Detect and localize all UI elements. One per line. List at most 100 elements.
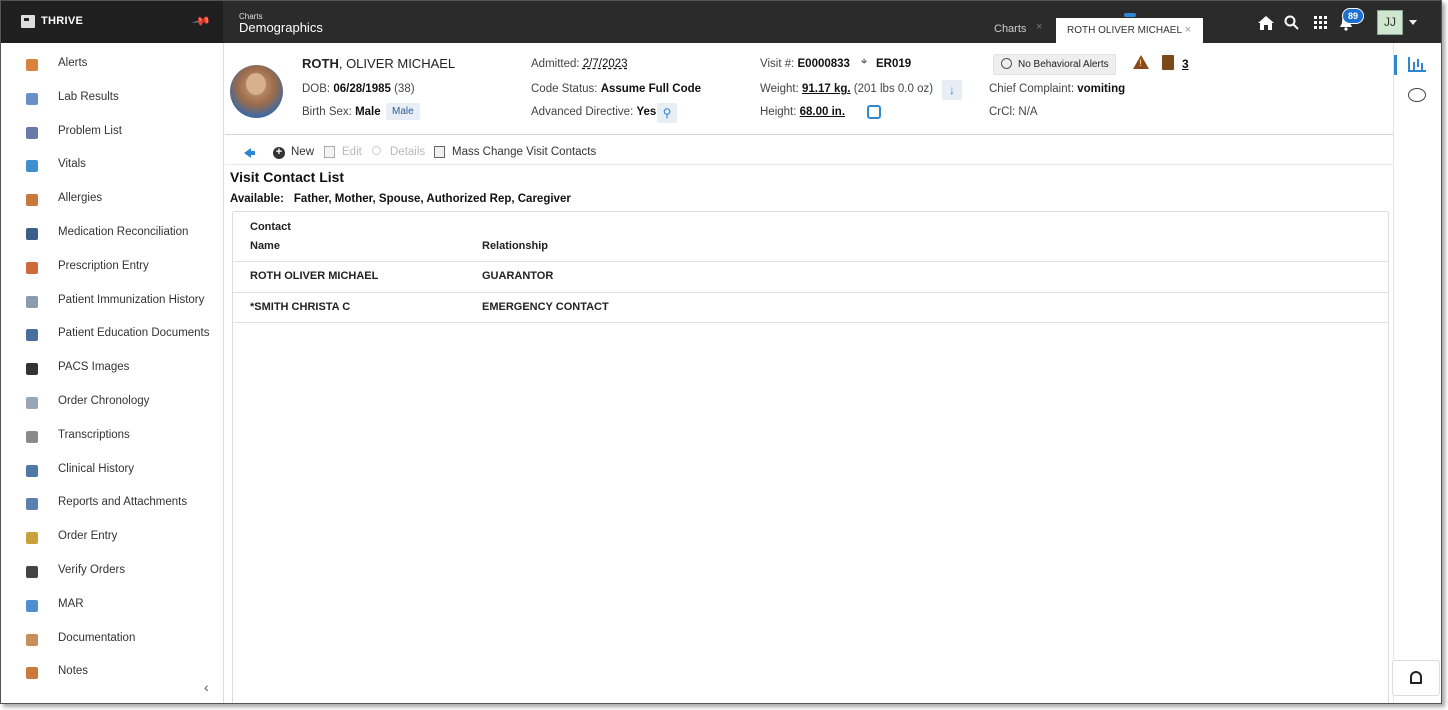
sidebar-item-label: Clinical History [58, 462, 135, 475]
sidebar-item-icon [26, 532, 38, 545]
user-menu-chevron-down-icon[interactable] [1409, 20, 1417, 25]
mass-change-button[interactable]: Mass Change Visit Contacts [452, 146, 596, 158]
gender-chip: Male [386, 103, 420, 120]
sidebar: Notes Documentation MAR Verify Orders Order … [1, 43, 224, 703]
sidebar-item-label: PACS Images [58, 361, 130, 374]
sidebar-item[interactable]: Lab Results [1, 87, 223, 117]
sidebar-item-icon [26, 160, 38, 173]
sidebar-item-label: Reports and Attachments [58, 496, 188, 509]
birth-sex-field: Birth Sex: Male [302, 106, 381, 118]
paperclip-icon[interactable]: ⚲ [657, 103, 677, 123]
dob-field: DOB: 06/28/1985 (38) [302, 83, 415, 95]
new-button[interactable]: New [291, 146, 314, 158]
behavioral-alert-icon [1001, 58, 1012, 69]
home-icon[interactable] [1258, 16, 1274, 30]
behavioral-alerts-badge[interactable]: No Behavioral Alerts [993, 54, 1116, 75]
sidebar-item-label: Medication Reconciliation [58, 226, 189, 238]
sidebar-item-icon [26, 464, 38, 477]
sidebar-item[interactable]: Prescription Entry [1, 256, 223, 286]
patient-header: ROTH, OLIVER MICHAEL DOB: 06/28/1985 (38… [225, 43, 1393, 135]
weight-link[interactable]: 91.17 kg. [802, 83, 851, 95]
sidebar-item[interactable]: Patient Immunization History [1, 290, 223, 320]
sidebar-item[interactable]: Patient Education Documents [1, 323, 223, 353]
details-magnifier-icon [372, 146, 381, 155]
location-field: ER019 [876, 58, 912, 70]
sidebar-item-icon [26, 295, 38, 308]
sidebar-item-label: Prescription Entry [58, 259, 149, 272]
apps-grid-icon[interactable] [1314, 16, 1327, 29]
patient-photo [230, 65, 283, 118]
sidebar-item[interactable]: Verify Orders [1, 560, 223, 590]
column-header-relationship[interactable]: Relationship [482, 240, 548, 252]
tab-patient[interactable]: ROTH OLIVER MICHAEL × [1056, 13, 1203, 43]
weight-trend-down-arrow-icon[interactable]: ↓ [942, 80, 962, 100]
pin-icon[interactable]: 📌 [191, 11, 211, 31]
column-header-name[interactable]: Name [250, 240, 280, 252]
sidebar-item[interactable]: Order Chronology [1, 391, 223, 421]
admitted-date-link[interactable]: 2/7/2023 [583, 58, 628, 70]
details-button[interactable]: Details [390, 146, 425, 158]
sidebar-item-label: Documentation [58, 631, 136, 644]
right-rail [1392, 43, 1441, 703]
tab-charts[interactable]: Charts [994, 23, 1026, 35]
action-toolbar: + New Edit Details Mass Change Visit Con… [225, 140, 1393, 165]
sidebar-item-label: MAR [58, 597, 84, 610]
warning-triangle-icon[interactable] [1133, 55, 1149, 69]
sidebar-item-icon [26, 329, 38, 342]
app-window: THRIVE 📌 Charts Demographics Charts × RO… [0, 0, 1442, 704]
column-header-contact[interactable]: Contact [250, 221, 291, 233]
collapse-sidebar-icon[interactable]: ‹ [204, 679, 209, 695]
sidebar-item[interactable]: Allergies [1, 188, 223, 218]
sidebar-item-icon [26, 363, 38, 376]
user-avatar[interactable]: JJ [1377, 10, 1403, 35]
code-status-field: Code Status: Assume Full Code [531, 83, 702, 95]
sidebar-item[interactable]: Documentation [1, 628, 223, 658]
back-arrow-icon[interactable] [244, 148, 255, 158]
sidebar-item[interactable]: Vitals [1, 154, 223, 184]
table-row[interactable]: *SMITH CHRISTA C EMERGENCY CONTACT [233, 292, 1388, 323]
sidebar-item-label: Order Chronology [58, 395, 150, 407]
tab-patient-label: ROTH OLIVER MICHAEL [1067, 25, 1183, 36]
plus-circle-icon[interactable]: + [273, 147, 285, 159]
sidebar-item-icon [26, 667, 38, 680]
vitals-entry-icon[interactable] [867, 105, 881, 119]
brand-area: THRIVE 📌 [1, 1, 223, 43]
sidebar-item-icon [26, 498, 38, 511]
sidebar-item[interactable]: Medication Reconciliation [1, 222, 223, 252]
rail-selected-indicator [1394, 55, 1397, 75]
height-link[interactable]: 68.00 in. [800, 106, 845, 118]
top-bar: THRIVE 📌 Charts Demographics Charts × RO… [1, 1, 1441, 43]
sidebar-item[interactable]: MAR [1, 594, 223, 624]
sidebar-item[interactable]: Alerts [1, 53, 223, 83]
sidebar-item[interactable]: Clinical History [1, 459, 223, 489]
chart-icon[interactable] [1408, 57, 1426, 72]
table-row[interactable]: ROTH OLIVER MICHAEL GUARANTOR [233, 261, 1388, 292]
search-icon[interactable] [1284, 15, 1299, 30]
brand-name: THRIVE [41, 15, 84, 27]
sidebar-item[interactable]: Order Entry [1, 526, 223, 556]
alert-count-link[interactable]: 3 [1182, 57, 1189, 71]
sidebar-item[interactable]: PACS Images [1, 357, 223, 387]
tab-charts-close-icon[interactable]: × [1036, 21, 1042, 33]
chief-complaint-field: Chief Complaint: vomiting [989, 83, 1126, 95]
sidebar-item[interactable]: Reports and Attachments [1, 492, 223, 522]
advanced-directive-field: Advanced Directive: Yes [531, 106, 657, 118]
height-field: Height: 68.00 in. [760, 106, 846, 118]
chat-bubble-icon[interactable] [1408, 88, 1426, 102]
cell-contact-name: *SMITH CHRISTA C [250, 301, 351, 313]
tab-patient-close-icon[interactable]: × [1185, 24, 1191, 36]
sidebar-item[interactable]: Notes [1, 661, 223, 691]
edit-button[interactable]: Edit [342, 146, 362, 158]
available-line: Available: Father, Mother, Spouse, Author… [230, 193, 571, 205]
sidebar-item-label: Allergies [58, 192, 103, 205]
sidebar-item[interactable]: Transcriptions [1, 425, 223, 455]
sidebar-item-icon [26, 633, 38, 646]
sidebar-item-icon [26, 126, 38, 139]
sidebar-item[interactable]: Problem List [1, 121, 223, 151]
alerts-book-icon[interactable] [1162, 55, 1174, 70]
sidebar-item-icon [26, 397, 38, 409]
sidebar-item-label: Problem List [58, 124, 122, 137]
notification-badge[interactable]: 89 [1342, 8, 1365, 24]
sidebar-item-icon [26, 261, 38, 274]
notifications-button[interactable] [1392, 660, 1440, 696]
